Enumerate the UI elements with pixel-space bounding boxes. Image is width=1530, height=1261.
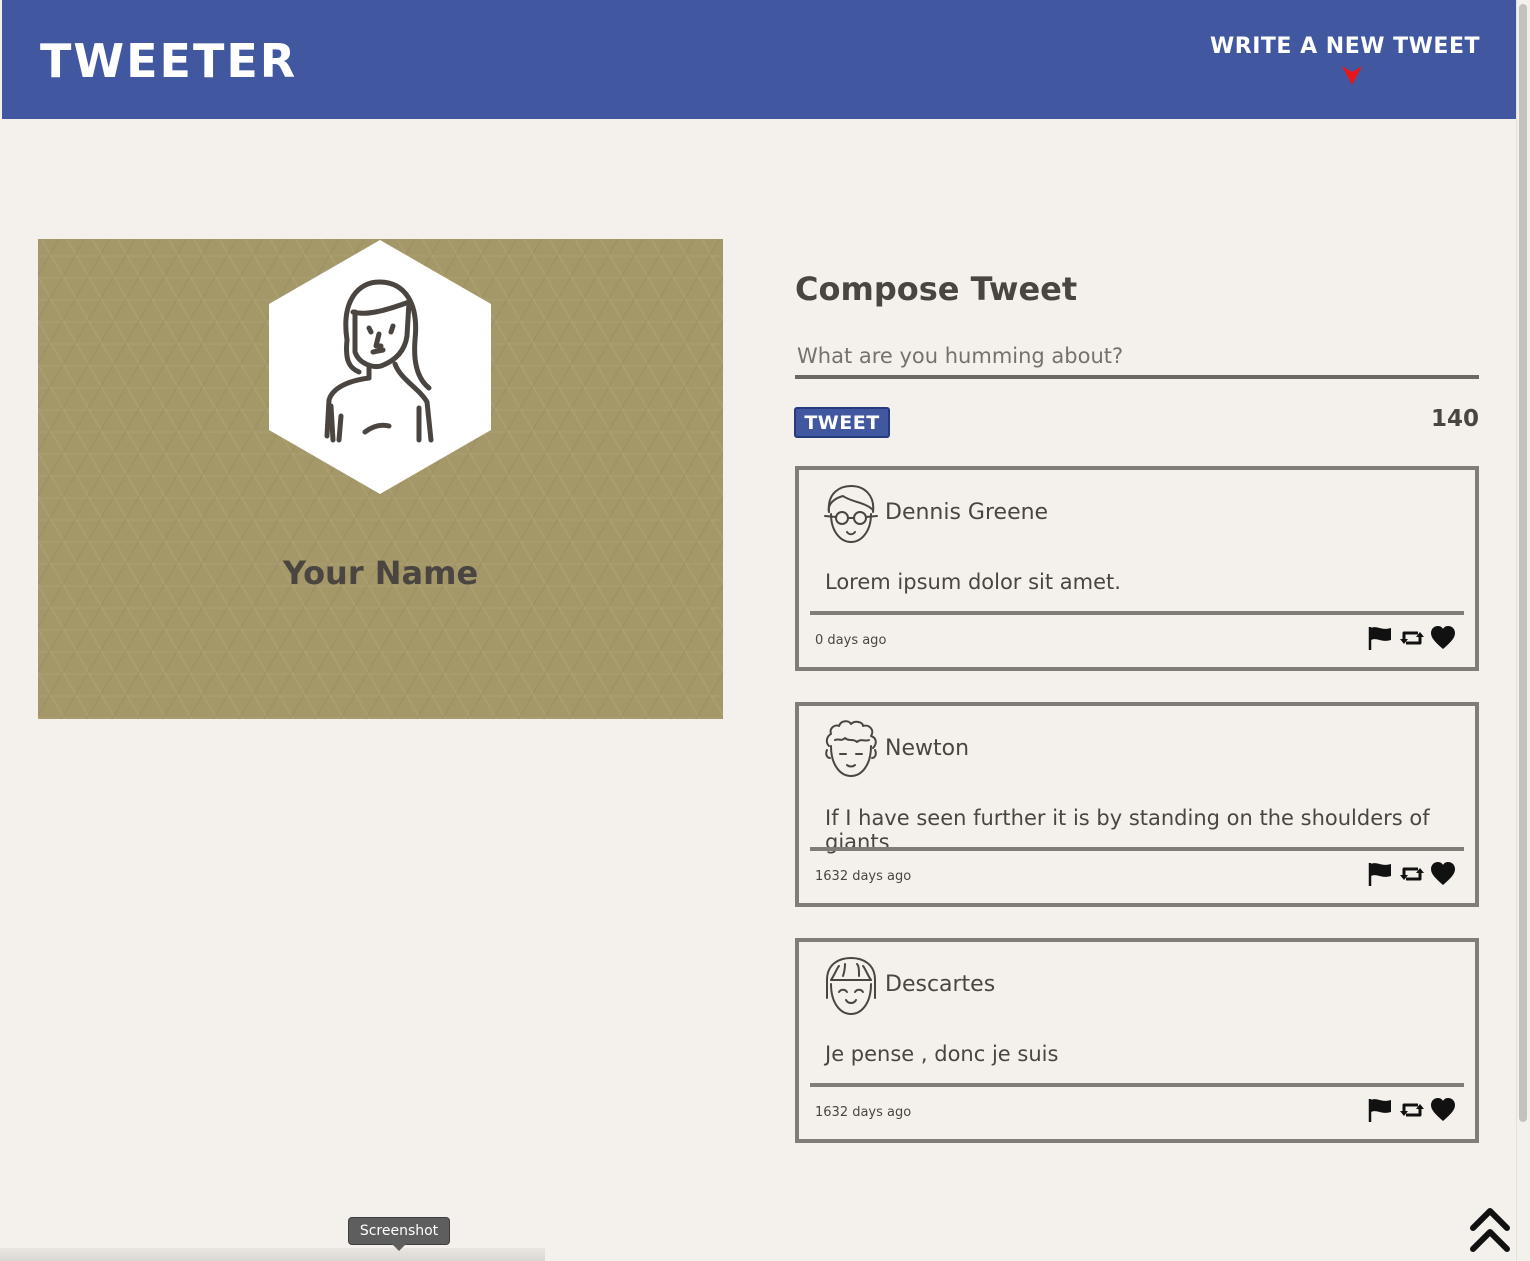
tweet-card: Descartes Je pense , donc je suis 1632 d… <box>795 938 1479 1143</box>
double-chevron-up-icon[interactable] <box>1468 1206 1512 1254</box>
curly-hair-avatar-icon <box>825 720 877 777</box>
char-counter: 140 <box>1430 406 1479 432</box>
retweet-icon[interactable] <box>1399 625 1425 651</box>
tweet-submit-button[interactable]: TWEET <box>794 407 890 438</box>
heart-icon[interactable] <box>1430 625 1456 651</box>
tweet-card: Newton If I have seen further it is by s… <box>795 702 1479 907</box>
tweet-actions <box>1367 1097 1463 1123</box>
heart-icon[interactable] <box>1430 861 1456 887</box>
write-new-tweet-link[interactable]: WRITE A NEW TWEET <box>1210 34 1480 59</box>
woman-avatar-icon <box>269 240 491 494</box>
flag-icon[interactable] <box>1367 625 1393 651</box>
top-nav: TWEETER WRITE A NEW TWEET <box>2 0 1516 119</box>
tweet-divider <box>810 1083 1464 1087</box>
tweet-divider <box>810 847 1464 851</box>
retweet-icon[interactable] <box>1399 1097 1425 1123</box>
tweet-content: Je pense , donc je suis <box>825 1042 1059 1066</box>
tooltip-pointer <box>392 1244 406 1251</box>
brand-logo[interactable]: TWEETER <box>40 34 297 88</box>
retweet-icon[interactable] <box>1399 861 1425 887</box>
tweet-timestamp: 1632 days ago <box>815 1105 912 1120</box>
page: TWEETER WRITE A NEW TWEET Your Name Comp… <box>0 0 1530 1261</box>
tweet-timestamp: 0 days ago <box>815 633 887 648</box>
heart-icon[interactable] <box>1430 1097 1456 1123</box>
tweet-content: Lorem ipsum dolor sit amet. <box>825 570 1121 594</box>
tweet-author[interactable]: Descartes <box>885 972 995 997</box>
flag-icon[interactable] <box>1367 1097 1393 1123</box>
arrow-down-icon[interactable] <box>1340 64 1364 86</box>
tweet-actions <box>1367 625 1463 651</box>
flag-icon[interactable] <box>1367 861 1393 887</box>
tweet-actions <box>1367 861 1463 887</box>
bangs-avatar-icon <box>826 957 876 1015</box>
tweet-card: Dennis Greene Lorem ipsum dolor sit amet… <box>795 466 1479 671</box>
screenshot-tooltip: Screenshot <box>348 1217 450 1245</box>
profile-card: Your Name <box>38 239 723 719</box>
man-glasses-avatar-icon <box>824 485 878 543</box>
tweet-timestamp: 1632 days ago <box>815 869 912 884</box>
scrollbar-thumb[interactable] <box>1519 4 1527 1122</box>
compose-title: Compose Tweet <box>795 270 1078 308</box>
tweet-text-input[interactable] <box>795 337 1479 379</box>
dock-edge <box>0 1248 545 1261</box>
tweet-author[interactable]: Newton <box>885 736 969 761</box>
tweet-author[interactable]: Dennis Greene <box>885 500 1048 525</box>
tweet-divider <box>810 611 1464 615</box>
profile-name: Your Name <box>282 554 479 592</box>
